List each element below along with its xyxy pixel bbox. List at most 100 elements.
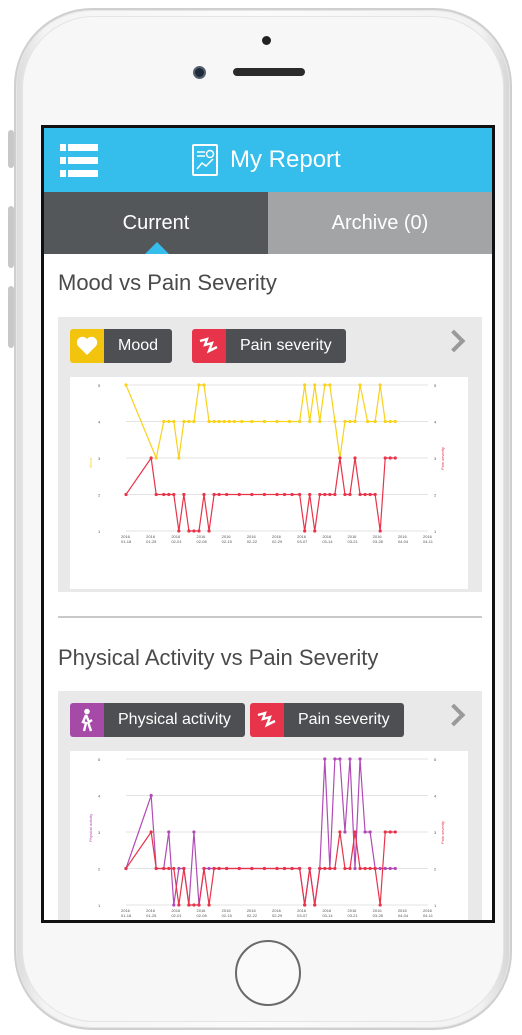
- data-point: [172, 492, 176, 497]
- active-tab-indicator: [145, 242, 169, 254]
- data-point: [154, 456, 158, 460]
- x-tick-label: 04-04: [398, 913, 409, 918]
- data-point: [358, 866, 362, 871]
- data-point: [182, 492, 186, 497]
- data-point: [308, 866, 312, 871]
- data-point: [348, 866, 352, 871]
- legend-chip-label: Pain severity: [226, 329, 346, 363]
- data-point: [308, 419, 312, 424]
- proximity-sensor: [262, 36, 271, 45]
- earpiece-speaker: [233, 68, 305, 76]
- data-point: [162, 492, 166, 497]
- y-tick-label-left: 5: [98, 383, 101, 388]
- y-tick-label-left: 3: [98, 830, 101, 835]
- data-point: [393, 830, 397, 834]
- data-point: [313, 529, 317, 533]
- legend-chip-pain[interactable]: Pain severity: [192, 329, 346, 363]
- page-title: My Report: [230, 146, 341, 173]
- y-tick-label-right: 2: [434, 867, 437, 872]
- data-point: [172, 419, 176, 424]
- data-point: [388, 456, 392, 460]
- x-tick-label: 04-11: [423, 913, 434, 918]
- data-point: [383, 419, 387, 424]
- data-point: [323, 757, 327, 761]
- data-point: [378, 529, 382, 533]
- chart-card-mood-pain: Mood Pain severity 1 1 2 2 3 3 4 4 5 5 2016 01-18 20…: [58, 317, 482, 592]
- data-point: [348, 757, 352, 761]
- report-icon: [192, 144, 218, 176]
- data-point: [262, 492, 267, 497]
- data-point: [207, 866, 211, 871]
- data-point: [368, 492, 372, 497]
- x-tick-label: 02-29: [272, 539, 283, 544]
- data-point: [303, 903, 307, 907]
- data-point: [343, 492, 347, 497]
- data-point: [368, 830, 372, 834]
- data-point: [348, 419, 352, 424]
- x-tick-label: 04-11: [423, 539, 434, 544]
- y-tick-label-right: 5: [434, 757, 437, 762]
- data-point: [207, 529, 211, 533]
- data-point: [323, 492, 327, 497]
- data-point: [192, 419, 196, 424]
- data-point: [177, 529, 181, 533]
- data-point: [378, 383, 382, 387]
- data-point: [338, 456, 342, 460]
- y-axis-title-right: Pain severity: [440, 821, 445, 844]
- activity-pain-chart: 1 12 23 34 45 5201601-18201601-25201602-01201…: [88, 757, 445, 918]
- home-button[interactable]: [235, 940, 301, 1006]
- data-point: [225, 866, 229, 871]
- data-point: [212, 492, 216, 497]
- x-tick-label: 02-15: [222, 913, 233, 918]
- data-point: [197, 383, 201, 387]
- menu-icon[interactable]: [60, 144, 98, 178]
- data-point: [383, 866, 387, 871]
- mute-switch: [8, 130, 14, 168]
- data-point: [282, 866, 287, 871]
- data-point: [393, 419, 397, 424]
- y-axis-title-right: Pain severity: [440, 447, 445, 470]
- x-tick-label: 01-25: [146, 913, 157, 918]
- data-point: [162, 866, 166, 871]
- data-point: [298, 492, 302, 497]
- y-tick-label-right: 4: [434, 420, 437, 425]
- data-point: [353, 456, 357, 460]
- data-point: [383, 456, 387, 460]
- data-point: [353, 866, 357, 871]
- data-point: [275, 492, 279, 497]
- y-tick-label-right: 1: [434, 903, 437, 908]
- data-point: [313, 903, 317, 907]
- legend-chip-activity[interactable]: Physical activity: [70, 703, 245, 737]
- top-bar: My Report: [44, 128, 492, 192]
- legend-chip-pain[interactable]: Pain severity: [250, 703, 404, 737]
- data-point: [202, 492, 206, 497]
- y-tick-label-left: 2: [98, 867, 101, 872]
- page-title-group: My Report: [192, 143, 341, 177]
- data-point: [328, 866, 332, 871]
- x-tick-label: 03-21: [348, 539, 359, 544]
- chevron-right-icon[interactable]: [442, 703, 466, 727]
- data-point: [207, 419, 211, 424]
- x-tick-label: 01-25: [146, 539, 157, 544]
- x-tick-label: 01-18: [121, 539, 132, 544]
- data-point: [328, 383, 332, 387]
- data-point: [328, 492, 332, 497]
- y-tick-label-left: 4: [98, 794, 101, 799]
- y-tick-label-left: 3: [98, 456, 101, 461]
- data-point: [348, 492, 352, 497]
- data-point: [275, 866, 279, 871]
- y-axis-title-left: Physical activity: [88, 814, 93, 842]
- data-point: [237, 492, 241, 497]
- tab-archive[interactable]: Archive (0): [268, 192, 492, 254]
- section-title-activity-pain: Physical Activity vs Pain Severity: [58, 645, 379, 670]
- data-point: [290, 492, 294, 497]
- data-point: [167, 419, 171, 424]
- data-point: [383, 830, 387, 834]
- data-point: [212, 419, 216, 424]
- legend-chip-mood[interactable]: Mood: [70, 329, 173, 363]
- chevron-right-icon[interactable]: [442, 329, 466, 353]
- data-point: [177, 903, 181, 907]
- data-point: [167, 492, 171, 497]
- x-tick-label: 01-18: [121, 913, 132, 918]
- pain-icon: [192, 329, 226, 363]
